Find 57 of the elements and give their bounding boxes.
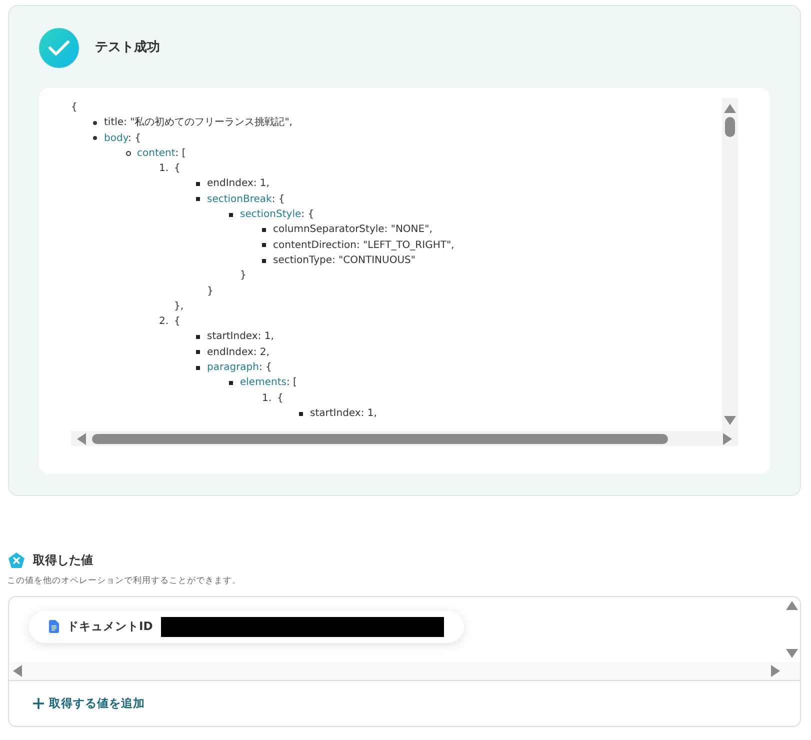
section-description: この値を他のオペレーションで利用することができます。 xyxy=(7,575,242,588)
scroll-right-icon[interactable] xyxy=(723,432,732,444)
code-line: { xyxy=(174,162,182,176)
result-title: テスト成功 xyxy=(95,39,160,58)
scroll-left-icon[interactable] xyxy=(77,432,86,444)
bullet-icon xyxy=(262,228,266,232)
bullet-icon xyxy=(196,182,200,186)
code-line: { xyxy=(71,101,78,115)
code-line: elements: [ xyxy=(240,376,298,390)
code-line: sectionBreak: { xyxy=(207,192,286,207)
code-line: { xyxy=(174,315,182,330)
code-line: startIndex: 1, xyxy=(310,406,377,421)
scroll-left-icon[interactable] xyxy=(13,664,22,677)
code-line: content: [ xyxy=(137,146,187,161)
code-line: title: "私の初めてのフリーランス挑戦記", xyxy=(104,116,292,130)
code-line: startIndex: 1, xyxy=(207,330,274,344)
code-line: } xyxy=(240,269,248,284)
bullet-icon xyxy=(196,366,200,370)
code-line: body: { xyxy=(104,132,142,146)
bullet-icon xyxy=(229,380,233,385)
scroll-down-icon[interactable] xyxy=(724,416,736,425)
code-line: }, xyxy=(174,300,185,314)
code-line: contentDirection: "LEFT_TO_RIGHT", xyxy=(273,238,454,253)
bullet-icon xyxy=(126,151,131,156)
scroll-right-icon[interactable] xyxy=(771,664,780,677)
bullet-icon xyxy=(262,243,266,248)
bullet-icon xyxy=(196,350,200,354)
bullet-icon xyxy=(196,197,200,202)
bullet-icon xyxy=(196,335,200,340)
list-number: 1. xyxy=(262,392,272,404)
bullet-icon xyxy=(93,120,97,125)
code-line: } xyxy=(207,284,214,299)
code-line: sectionStyle: { xyxy=(240,208,316,222)
scroll-thumb[interactable] xyxy=(725,117,735,137)
field-chip[interactable]: ドキュメントID xyxy=(29,610,464,643)
bullet-icon xyxy=(299,412,303,416)
code-line: { xyxy=(277,392,284,406)
code-line: endIndex: 1, xyxy=(207,177,270,192)
field-label: ドキュメントID xyxy=(67,618,153,636)
scroll-up-icon[interactable] xyxy=(724,104,736,113)
variable-icon xyxy=(8,552,25,568)
scroll-up-icon[interactable] xyxy=(786,600,798,610)
code-line: columnSeparatorStyle: "NONE", xyxy=(273,223,432,238)
code-line: paragraph: { xyxy=(207,361,273,376)
bullet-icon xyxy=(93,136,97,140)
code-line: sectionType: "CONTINUOUS" xyxy=(273,254,416,268)
scroll-thumb[interactable] xyxy=(92,434,668,444)
scroll-down-icon[interactable] xyxy=(786,648,798,658)
list-number: 1. xyxy=(159,163,169,174)
section-title: 取得した値 xyxy=(33,552,93,569)
add-value-button[interactable]: 取得する値を追加 xyxy=(33,694,145,712)
code-line: endIndex: 2, xyxy=(207,346,270,360)
plus-icon xyxy=(33,698,44,709)
bullet-icon xyxy=(229,212,233,217)
list-number: 2. xyxy=(159,316,169,328)
document-icon xyxy=(49,620,59,634)
bullet-icon xyxy=(262,258,266,263)
